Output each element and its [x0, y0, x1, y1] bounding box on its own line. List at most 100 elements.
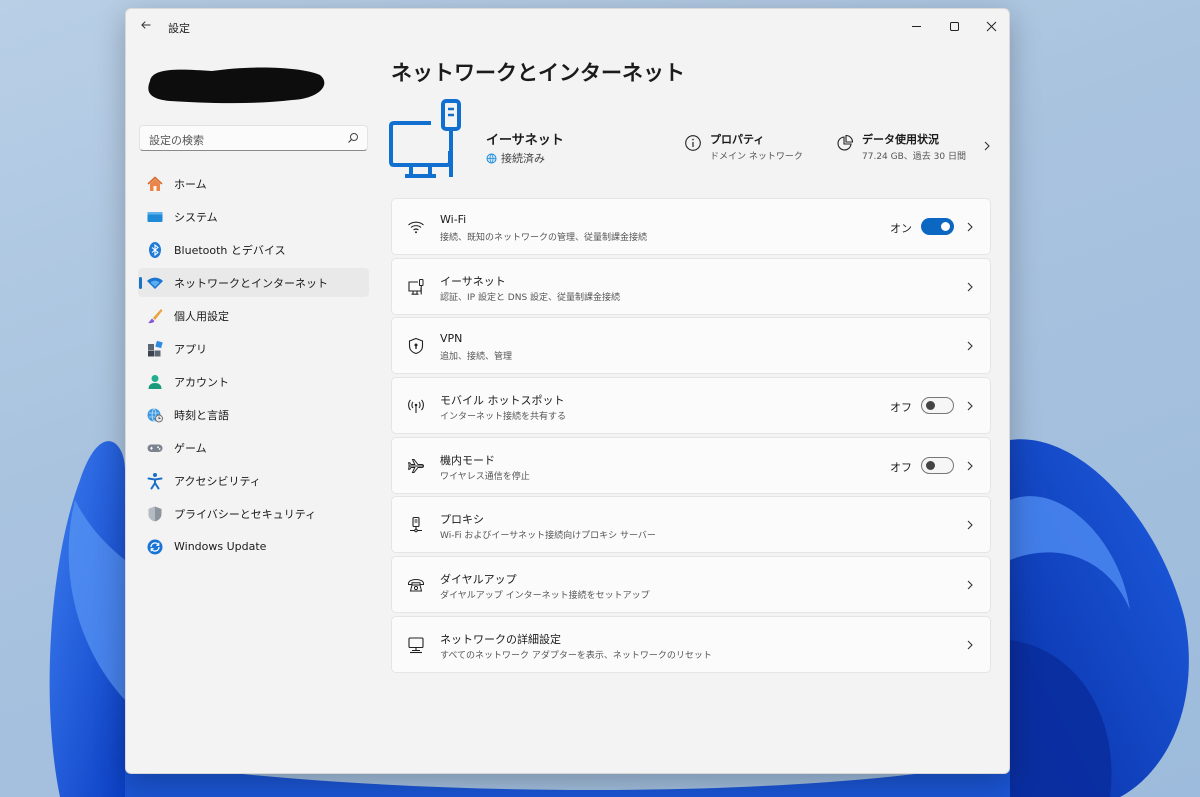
sidebar-item-apps[interactable]: アプリ: [138, 334, 369, 363]
card-title: VPN: [440, 332, 463, 346]
accessibility-icon: [146, 472, 164, 490]
card-subtitle: Wi-Fi およびイーサネット接続向けプロキシ サーバー: [440, 531, 656, 542]
maximize-icon[interactable]: [938, 13, 970, 39]
account-icon: [146, 373, 164, 391]
update-icon: [146, 538, 164, 556]
sidebar-item-home[interactable]: ホーム: [138, 169, 369, 198]
hotspot-icon: [408, 399, 424, 414]
bluetooth-icon: [146, 241, 164, 259]
sidebar-item-label: 個人用設定: [174, 309, 229, 323]
card-title: プロキシ: [440, 513, 484, 527]
chevron-right-icon: [967, 401, 973, 411]
search-box[interactable]: 設定の検索: [139, 125, 368, 151]
toggle-state-label: オフ: [890, 460, 912, 474]
sidebar-item-accounts[interactable]: アカウント: [138, 367, 369, 396]
close-icon[interactable]: [975, 13, 1007, 39]
sidebar-item-label: アカウント: [174, 375, 229, 389]
properties-sub: ドメイン ネットワーク: [710, 152, 803, 162]
page-title: ネットワークとインターネット: [391, 61, 685, 85]
advanced-network-icon: [408, 637, 424, 653]
vpn-card[interactable]: VPN 追加、接続、管理: [391, 317, 991, 375]
chevron-right-icon: [967, 341, 973, 351]
sidebar-item-bluetooth[interactable]: Bluetooth とデバイス: [138, 235, 369, 264]
proxy-card[interactable]: プロキシ Wi-Fi およびイーサネット接続向けプロキシ サーバー: [391, 496, 991, 554]
shield-icon: [146, 505, 164, 523]
sidebar-item-system[interactable]: システム: [138, 202, 369, 231]
sidebar-item-label: プライバシーとセキュリティ: [174, 507, 317, 521]
data-usage-link[interactable]: データ使用状況 77.24 GB、過去 30 日間: [836, 131, 996, 165]
card-subtitle: ダイヤルアップ インターネット接続をセットアップ: [440, 591, 650, 602]
search-input[interactable]: 設定の検索: [149, 132, 204, 148]
sidebar-item-label: アクセシビリティ: [174, 474, 261, 488]
brush-icon: [146, 307, 164, 325]
wifi-toggle[interactable]: [921, 218, 954, 235]
card-title: 機内モード: [440, 453, 495, 467]
hotspot-toggle[interactable]: [921, 397, 954, 415]
settings-list: Wi-Fi 接続、既知のネットワークの管理、従量制課金接続 オン イーサネット …: [391, 198, 991, 676]
sidebar-item-label: Windows Update: [174, 540, 267, 553]
sidebar-item-gaming[interactable]: ゲーム: [138, 433, 369, 462]
chevron-right-icon: [967, 640, 973, 650]
card-subtitle: ワイヤレス通信を停止: [440, 471, 530, 482]
home-icon: [146, 175, 164, 193]
system-icon: [146, 208, 164, 226]
sidebar-item-label: システム: [174, 210, 218, 224]
chevron-right-icon: [967, 580, 973, 590]
connection-status: 接続済み: [486, 150, 545, 166]
toggle-state-label: オン: [890, 222, 912, 235]
sidebar-nav: ホーム システム Bluetooth とデバイス ネットワークとインターネット …: [138, 169, 369, 565]
apps-icon: [146, 340, 164, 358]
airplane-icon: [407, 458, 424, 473]
gamepad-icon: [146, 439, 164, 457]
card-subtitle: すべてのネットワーク アダプターを表示、ネットワークのリセット: [440, 650, 712, 661]
sidebar-item-label: Bluetooth とデバイス: [174, 243, 286, 257]
sidebar-item-privacy-security[interactable]: プライバシーとセキュリティ: [138, 499, 369, 528]
dialup-card[interactable]: ダイヤルアップ ダイヤルアップ インターネット接続をセットアップ: [391, 556, 991, 614]
airplane-mode-toggle[interactable]: [921, 456, 954, 474]
chevron-right-icon: [984, 141, 990, 151]
card-subtitle: 追加、接続、管理: [440, 352, 513, 363]
connection-status-text: 接続済み: [501, 152, 545, 165]
ethernet-card[interactable]: イーサネット 認証、IP 設定と DNS 設定、従量制課金接続: [391, 257, 991, 315]
sidebar-item-label: アプリ: [174, 342, 207, 356]
sidebar-item-windows-update[interactable]: Windows Update: [138, 532, 369, 561]
pie-chart-icon: [837, 134, 854, 151]
window-title: 設定: [168, 22, 190, 35]
sidebar-item-time-language[interactable]: 時刻と言語: [138, 400, 369, 429]
sidebar-item-accessibility[interactable]: アクセシビリティ: [138, 466, 369, 495]
card-title: ダイヤルアップ: [440, 573, 517, 587]
back-arrow-icon[interactable]: [136, 17, 156, 37]
card-title: Wi-Fi: [440, 213, 467, 226]
card-title: ネットワークの詳細設定: [440, 632, 561, 646]
sidebar-item-network[interactable]: ネットワークとインターネット: [138, 268, 369, 297]
ethernet-monitor-icon: [389, 99, 461, 178]
properties-link[interactable]: プロパティ ドメイン ネットワーク: [684, 131, 824, 165]
account-redacted[interactable]: [142, 59, 328, 109]
search-icon[interactable]: [347, 132, 359, 144]
chevron-right-icon: [967, 282, 973, 292]
toggle-state-label: オフ: [890, 401, 912, 415]
sidebar-item-label: ネットワークとインターネット: [174, 276, 328, 290]
info-icon: [685, 135, 701, 151]
wifi-card[interactable]: Wi-Fi 接続、既知のネットワークの管理、従量制課金接続 オン: [391, 198, 991, 255]
proxy-icon: [410, 517, 422, 533]
data-usage-sub: 77.24 GB、過去 30 日間: [862, 152, 966, 162]
vpn-shield-icon: [408, 338, 424, 355]
globe-clock-icon: [146, 406, 164, 424]
chevron-right-icon: [967, 222, 973, 232]
chevron-right-icon: [967, 461, 973, 471]
settings-window: 設定 設定の検索 ホーム システム Bluetooth とデバイス ネットワーク…: [125, 8, 1010, 774]
ethernet-icon: [408, 278, 424, 295]
sidebar-item-personalization[interactable]: 個人用設定: [138, 301, 369, 330]
minimize-icon[interactable]: [900, 13, 932, 39]
card-title: イーサネット: [440, 274, 506, 288]
sidebar-item-label: 時刻と言語: [174, 408, 229, 422]
data-usage-title: データ使用状況: [862, 133, 939, 146]
advanced-network-card[interactable]: ネットワークの詳細設定 すべてのネットワーク アダプターを表示、ネットワークのリ…: [391, 615, 991, 673]
wifi-icon: [408, 221, 424, 234]
mobile-hotspot-card[interactable]: モバイル ホットスポット インターネット接続を共有する オフ: [391, 377, 991, 435]
card-subtitle: インターネット接続を共有する: [440, 412, 567, 423]
globe-icon: [486, 153, 497, 163]
card-subtitle: 接続、既知のネットワークの管理、従量制課金接続: [440, 233, 648, 243]
airplane-mode-card[interactable]: 機内モード ワイヤレス通信を停止 オフ: [391, 436, 991, 494]
